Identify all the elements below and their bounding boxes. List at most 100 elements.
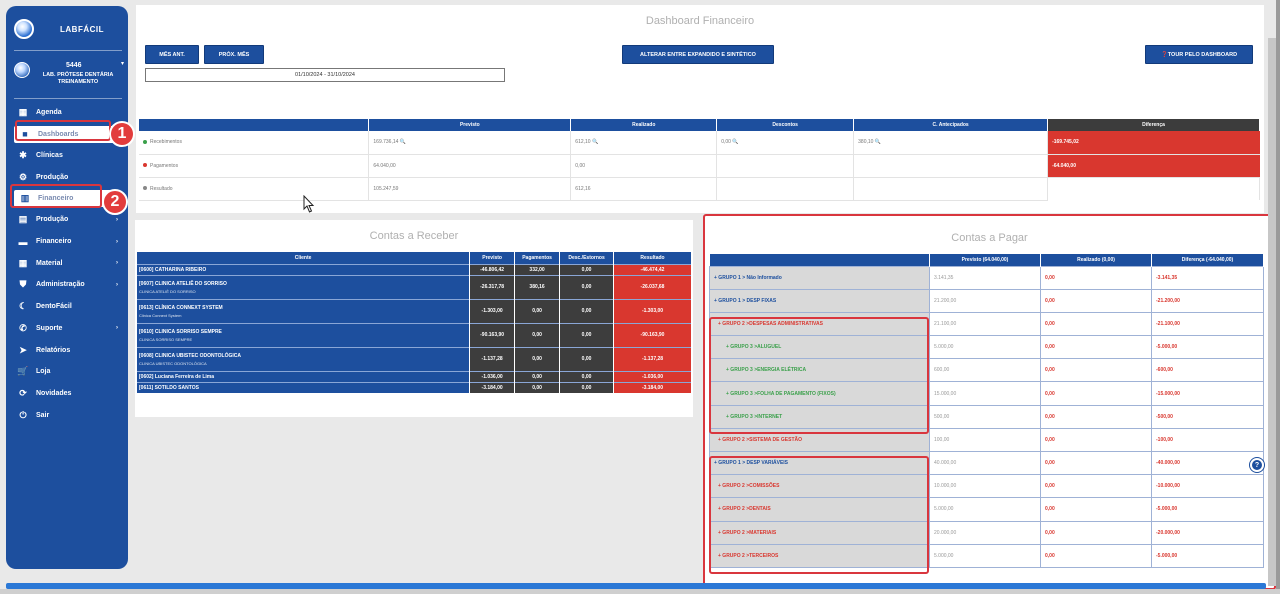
- sidebar-item-14[interactable]: ⏻ Sair: [12, 404, 124, 426]
- table-row[interactable]: [0600] CATHARINA RIBEIRO -46.806,42 332,00…: [137, 263, 692, 275]
- sidebar-item-label: Material: [36, 259, 63, 267]
- sidebar-item-label: Financeiro: [36, 238, 72, 246]
- difference-cell: -15.000,00: [1151, 381, 1264, 406]
- sidebar-item-label: Sair: [36, 411, 50, 419]
- summary-header-cell: Descontos: [716, 119, 855, 131]
- summary-descontos-cell: 0,00 🔍: [716, 131, 855, 155]
- sidebar-item-12[interactable]: 🛒 Loja: [12, 361, 124, 383]
- summary-label: Recebimentos: [150, 139, 182, 146]
- realizado-cell: 0,00: [1040, 497, 1152, 522]
- user-menu-caret-icon[interactable]: ▾: [121, 60, 124, 67]
- sidebar-item-11[interactable]: ➤ Relatórios: [12, 339, 124, 361]
- payments-cell: 332,00: [514, 263, 561, 275]
- summary-realizado-value: 612,10: [575, 139, 591, 146]
- zoom-icon[interactable]: 🔍: [591, 139, 598, 145]
- summary-realizado-value: 612,16: [575, 185, 591, 192]
- sidebar-item-label: Loja: [36, 368, 51, 376]
- previsto-cell: -90.163,90: [469, 322, 516, 347]
- summary-antecipados-cell: [853, 154, 1049, 178]
- group-toggle[interactable]: + GRUPO 1 > DESP FIXAS: [709, 288, 930, 313]
- zoom-icon[interactable]: 🔍: [731, 139, 738, 145]
- next-month-button[interactable]: PRÓX. MÊS: [204, 45, 264, 64]
- table-row[interactable]: [0613] CLÍNICA CONNEXT SYSTEM Clinica Con…: [137, 298, 692, 323]
- client-subtitle: CLINICA ATELIÊ DO SORRISO: [139, 288, 196, 294]
- summary-descontos-cell: [716, 154, 855, 178]
- discounts-cell: 0,00: [559, 322, 615, 347]
- summary-antecipados-value: 380,10: [858, 139, 874, 146]
- sidebar-item-7[interactable]: ▦ Material ›: [12, 252, 124, 274]
- summary-realizado-cell: 612,16: [570, 177, 718, 201]
- payments-cell: 0,00: [514, 370, 561, 382]
- sidebar-nav: ▦ Agenda ■ Dashboards ✱ Clínicas ⚙ Produção ▥ Fin…: [12, 102, 124, 426]
- vertical-scrollbar[interactable]: [1268, 38, 1276, 586]
- previsto-cell: 100,00: [929, 427, 1041, 453]
- payables-header-cell: Realizado (0,00): [1040, 254, 1152, 266]
- app-name: LABFÁCIL: [60, 24, 104, 34]
- payments-cell: 0,00: [514, 298, 561, 323]
- table-row[interactable]: [0611] SOTILDO SANTOS -3.184,00 0,00 0,00 -3…: [137, 381, 692, 393]
- date-range-field[interactable]: 01/10/2024 - 31/10/2024: [145, 68, 505, 82]
- summary-realizado-cell: 612,10 🔍: [570, 131, 718, 155]
- sidebar-item-6[interactable]: ▬ Financeiro ›: [12, 231, 124, 253]
- paper-plane-icon: ➤: [19, 344, 27, 355]
- help-icon[interactable]: ?: [1250, 458, 1264, 472]
- client-name: [0600] CATHARINA RIBEIRO: [139, 266, 207, 273]
- sidebar-item-2[interactable]: ✱ Clínicas: [12, 145, 124, 167]
- tour-button[interactable]: ❓TOUR PELO DASHBOARD: [1145, 45, 1253, 64]
- annotation-badge-1: 1: [109, 121, 135, 147]
- difference-cell: -100,00: [1151, 427, 1264, 453]
- realizado-cell: 0,00: [1040, 404, 1152, 429]
- user-avatar-icon: [14, 62, 30, 78]
- tooth-icon: ☾: [18, 301, 28, 312]
- previsto-cell: 5.000,00: [929, 543, 1041, 568]
- summary-descontos-value: 0,00: [721, 139, 731, 146]
- power-icon: ⏻: [19, 409, 27, 420]
- status-dot-icon: [143, 186, 147, 191]
- sidebar-item-9[interactable]: ☾ DentoFácil: [12, 296, 124, 318]
- zoom-icon[interactable]: 🔍: [398, 139, 406, 145]
- previsto-cell: 5.000,00: [929, 335, 1041, 360]
- chevron-right-icon: ›: [116, 238, 118, 245]
- previsto-cell: 21.200,00: [929, 288, 1041, 313]
- table-row[interactable]: [0610] CLINICA SORRISO SEMPRE CLINICA SOR…: [137, 322, 692, 347]
- group-toggle[interactable]: + GRUPO 1 > Não Informado: [709, 265, 930, 290]
- table-row[interactable]: [0608] CLINICA UBISTEC ODONTOLÓGICA CLINI…: [137, 346, 692, 371]
- previsto-cell: -46.806,42: [469, 263, 516, 275]
- previsto-cell: -3.184,00: [469, 381, 516, 393]
- difference-cell: -600,00: [1151, 358, 1264, 383]
- receivables-table: Cliente Previsto Pagamentos Desc./Estornos R…: [137, 252, 692, 393]
- toggle-view-button[interactable]: ALTERAR ENTRE EXPANDIDO E SINTÉTICO: [622, 45, 774, 64]
- sidebar-item-8[interactable]: ⛊ Administração ›: [12, 274, 124, 296]
- table-row[interactable]: + GRUPO 1 > DESP FIXAS 21.200,00 0,00 -21.2…: [709, 288, 1264, 313]
- receivables-header-cell: Previsto: [469, 252, 516, 264]
- summary-antecipados-cell: 380,10 🔍: [853, 131, 1049, 155]
- chart-icon: ▤: [18, 214, 28, 225]
- previsto-cell: 600,00: [929, 358, 1041, 383]
- user-profile[interactable]: 5446 LAB. PRÓTESE DENTÁRIA TREINAMENTO ▾: [12, 60, 124, 94]
- refresh-icon: ⟳: [19, 387, 27, 398]
- status-dot-icon: [143, 163, 147, 168]
- table-row[interactable]: [0607] CLINICA ATELIÊ DO SORRISO CLINICA …: [137, 274, 692, 299]
- annotation-box-variable-group: [709, 456, 929, 574]
- chevron-right-icon: ›: [116, 216, 118, 223]
- result-cell: -3.184,00: [613, 381, 692, 393]
- zoom-icon[interactable]: 🔍: [873, 139, 881, 145]
- shield-icon: ⛊: [19, 279, 27, 290]
- difference-cell: -21.200,00: [1151, 288, 1264, 313]
- prev-month-button[interactable]: MÊS ANT.: [145, 45, 199, 64]
- summary-previsto-value: 105.247,59: [373, 185, 399, 192]
- client-cell: [0608] CLINICA UBISTEC ODONTOLÓGICA CLINI…: [137, 346, 471, 371]
- app-logo[interactable]: LABFÁCIL: [14, 18, 124, 40]
- sidebar-item-label: Produção: [36, 216, 69, 224]
- table-row[interactable]: [0602] Luciana Ferreira de Lima -1.036,00…: [137, 370, 692, 382]
- sidebar-item-13[interactable]: ⟳ Novidades: [12, 383, 124, 405]
- result-cell: -1.036,00: [613, 370, 692, 382]
- user-id: 5446: [66, 62, 82, 69]
- client-name: [0611] SOTILDO SANTOS: [139, 384, 199, 391]
- table-row[interactable]: + GRUPO 1 > Não Informado 3.141,35 0,00 -3.…: [709, 265, 1264, 290]
- discounts-cell: 0,00: [559, 263, 615, 275]
- difference-cell: -500,00: [1151, 404, 1264, 429]
- realizado-cell: 0,00: [1040, 335, 1152, 360]
- sidebar-item-10[interactable]: ✆ Suporte ›: [12, 318, 124, 340]
- client-subtitle: CLINICA UBISTEC ODONTOLÓGICA: [139, 360, 207, 366]
